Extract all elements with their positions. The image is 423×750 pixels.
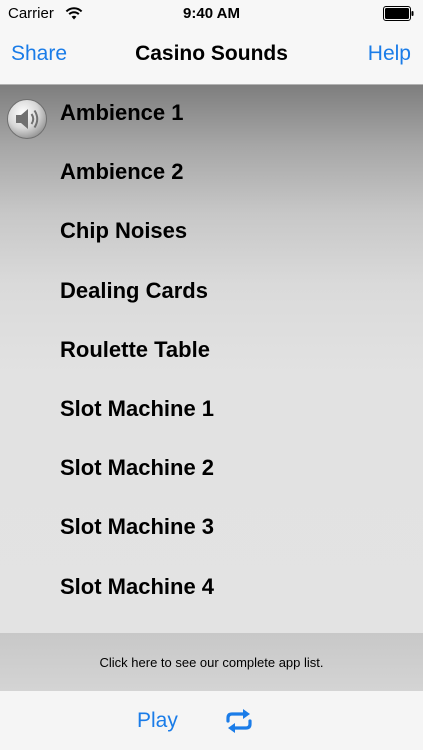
sound-row[interactable]: Slot Machine 3 — [0, 499, 423, 558]
speaker-icon — [7, 99, 47, 139]
page-title: Casino Sounds — [135, 42, 288, 65]
sound-row[interactable]: Chip Noises — [0, 203, 423, 262]
repeat-icon[interactable] — [224, 707, 254, 735]
status-time: 9:40 AM — [183, 5, 240, 22]
sound-label-slot-machine-2: Slot Machine 2 — [60, 455, 215, 480]
sound-row[interactable]: Ambience 2 — [0, 144, 423, 203]
sound-row[interactable]: Slot Machine 4 — [0, 559, 423, 618]
sound-list: Ambience 1 Ambience 2 Chip Noises Dealin… — [0, 85, 423, 633]
sound-label-ambience-1: Ambience 1 — [60, 100, 184, 125]
app-list-banner-text: Click here to see our complete app list. — [99, 655, 324, 670]
sound-label-dealing-cards: Dealing Cards — [60, 278, 208, 303]
sound-row[interactable]: Ambience 1 — [0, 85, 423, 144]
battery-icon — [383, 6, 414, 21]
sound-row[interactable]: Slot Machine 1 — [0, 381, 423, 440]
navigation-bar: Share Casino Sounds Help — [0, 28, 423, 85]
sound-label-slot-machine-1: Slot Machine 1 — [60, 396, 215, 421]
status-bar: Carrier 9:40 AM — [0, 0, 423, 28]
help-button[interactable]: Help — [368, 42, 411, 66]
sound-row[interactable]: Slot Machine 2 — [0, 440, 423, 499]
app-list-banner[interactable]: Click here to see our complete app list. — [0, 633, 423, 691]
play-button[interactable]: Play — [137, 709, 178, 733]
sound-label-slot-machine-4: Slot Machine 4 — [60, 574, 215, 599]
sound-label-roulette-table: Roulette Table — [60, 337, 210, 362]
sound-label-chip-noises: Chip Noises — [60, 218, 188, 243]
bottom-toolbar: Play — [0, 691, 423, 750]
sound-row[interactable]: Dealing Cards — [0, 263, 423, 322]
sound-row[interactable]: Roulette Table — [0, 322, 423, 381]
sound-label-slot-machine-3: Slot Machine 3 — [60, 514, 215, 539]
sound-label-ambience-2: Ambience 2 — [60, 159, 184, 184]
